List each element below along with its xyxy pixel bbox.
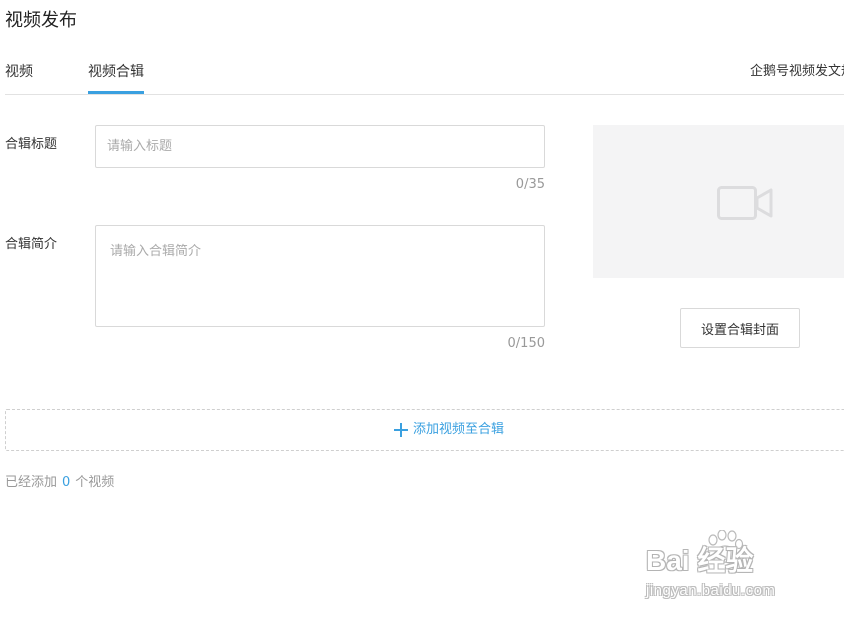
collection-intro-label: 合辑简介: [5, 237, 58, 252]
page-title: 视频发布: [5, 10, 77, 31]
tabs-divider: [5, 94, 844, 95]
video-publish-page: 视频发布 视频 视频合辑 企鹅号视频发文规 合辑标题 0/35 合辑简介 0/1…: [0, 0, 844, 622]
add-video-content: 添加视频至合辑: [394, 410, 504, 450]
tab-bar: 视频 视频合辑 企鹅号视频发文规: [0, 58, 844, 95]
tab-video-collection[interactable]: 视频合辑: [88, 62, 144, 82]
plus-icon: [394, 423, 408, 437]
baidu-jingyan-watermark: Bai 经验 jingyan.baidu.com: [646, 530, 826, 610]
watermark-url-text: jingyan.baidu.com: [646, 582, 776, 599]
add-video-label: 添加视频至合辑: [413, 422, 505, 437]
add-video-to-collection-button[interactable]: 添加视频至合辑: [5, 409, 844, 451]
collection-intro-textarea[interactable]: [95, 225, 545, 327]
added-count-suffix: 个视频: [75, 475, 115, 490]
cover-preview: [593, 125, 844, 278]
tab-video[interactable]: 视频: [5, 62, 33, 82]
added-count-prefix: 已经添加: [5, 475, 58, 490]
intro-char-counter: 0/150: [507, 336, 545, 351]
collection-title-input[interactable]: [95, 125, 545, 168]
set-cover-button[interactable]: 设置合辑封面: [680, 308, 800, 348]
watermark-brand-text: Bai 经验: [646, 545, 754, 576]
added-video-count: 已经添加 0 个视频: [5, 473, 114, 493]
publishing-guide-link[interactable]: 企鹅号视频发文规: [750, 62, 844, 82]
added-count-number: 0: [62, 475, 71, 490]
video-camera-icon: [717, 186, 773, 220]
title-char-counter: 0/35: [515, 177, 545, 192]
collection-title-label: 合辑标题: [5, 137, 58, 152]
